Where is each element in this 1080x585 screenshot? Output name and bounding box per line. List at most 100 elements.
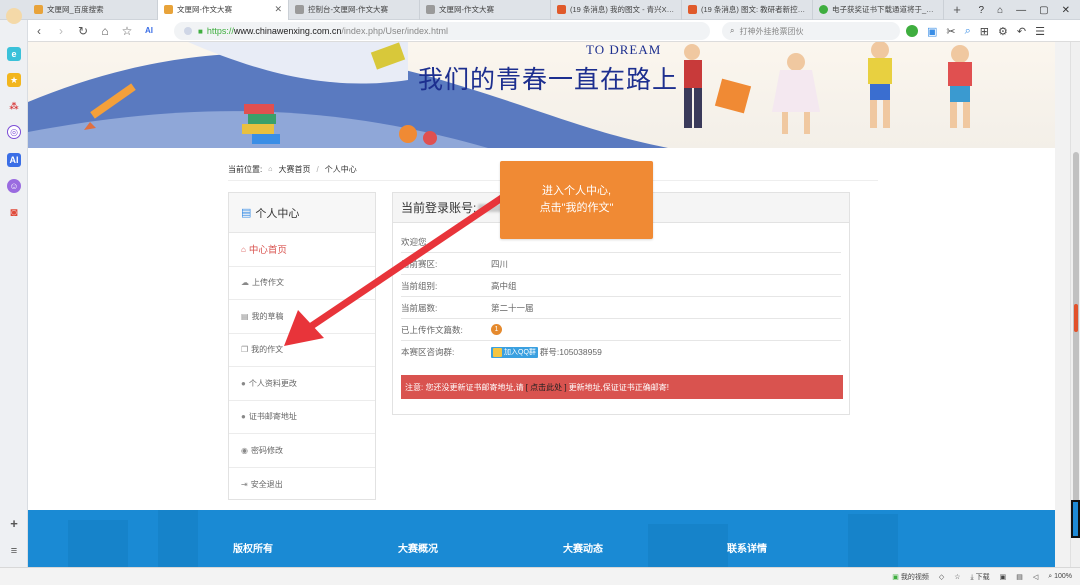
find-icon[interactable]: ⌕: [965, 25, 971, 38]
site-info-icon[interactable]: [184, 27, 192, 35]
bot-icon[interactable]: ☺: [7, 179, 21, 193]
favorites-icon[interactable]: ★: [7, 73, 21, 87]
tab-1[interactable]: 文厘网-作文大赛 ✕: [158, 0, 289, 20]
settings-icon[interactable]: ⚙: [998, 25, 1008, 38]
user-icon: ●: [241, 378, 246, 388]
ai-icon[interactable]: AI: [138, 26, 160, 35]
new-tab-button[interactable]: +: [944, 2, 970, 17]
status-bar: ▣ 我的视频 ◇ ☆ ⤓ 下载 ▣ ▤ ◁ ⌕ 100%: [0, 567, 1080, 585]
home-icon: ⌂: [241, 244, 246, 254]
chat-icon[interactable]: ◎: [7, 125, 21, 139]
video-status[interactable]: ▣ 我的视频: [892, 572, 929, 582]
help-icon[interactable]: ?: [979, 5, 985, 16]
shield-status-icon[interactable]: ◇: [939, 573, 944, 581]
scissors-icon[interactable]: ✂: [946, 25, 955, 38]
shield-icon[interactable]: [906, 25, 918, 37]
add-icon[interactable]: +: [7, 516, 21, 531]
tab-5[interactable]: (19 条消息) 图文: 教研者新控…: [682, 0, 813, 20]
footer-copyright[interactable]: 版权所有: [233, 540, 273, 555]
callout-line-1: 进入个人中心,: [541, 185, 612, 197]
video-icon: ▣: [892, 573, 899, 581]
menu-item-label: 上传作文: [252, 278, 284, 288]
browser-sidebar: e ★ ⁂ ◎ AI ☺ ◙ + ≡: [0, 8, 28, 585]
tab-2[interactable]: 控制台-文厘网-作文大赛: [289, 0, 420, 20]
footer-overview[interactable]: 大赛概况: [398, 540, 438, 555]
game-icon[interactable]: ◙: [7, 205, 21, 219]
menu-item-address[interactable]: ● 证书邮寄地址: [229, 401, 375, 434]
star-icon[interactable]: ☆: [116, 24, 138, 38]
menu-item-password[interactable]: ◉ 密码修改: [229, 434, 375, 468]
share-icon[interactable]: ⁂: [7, 99, 21, 113]
tab-favicon: [426, 5, 435, 14]
tab-title: 电子获奖证书下载通道将于_36…: [832, 5, 937, 14]
info-row: 当前组别: 高中组: [401, 275, 841, 297]
audio-icon[interactable]: ◁: [1033, 573, 1038, 581]
back-icon[interactable]: ‹: [28, 24, 50, 38]
tab-6[interactable]: 电子获奖证书下载通道将于_36…: [813, 0, 944, 20]
draft-icon: ▤: [241, 311, 249, 321]
menu-item-upload[interactable]: ☁ 上传作文: [229, 267, 375, 300]
tab-4[interactable]: (19 条消息) 我的图文 - 青兴X…: [551, 0, 682, 20]
info-row: 当前届数: 第二十一届: [401, 297, 841, 319]
info-row: 已上传作文篇数: 1: [401, 319, 841, 341]
close-icon[interactable]: ✕: [1062, 5, 1070, 16]
row-value: 高中组: [491, 280, 517, 291]
vertical-scrollbar[interactable]: [1070, 42, 1080, 567]
screenshot-icon[interactable]: ▣: [1000, 573, 1007, 581]
minimize-icon[interactable]: —: [1016, 5, 1026, 16]
forward-icon[interactable]: ›: [50, 24, 72, 38]
menu-item-profile[interactable]: ● 个人资料更改: [229, 367, 375, 401]
breadcrumb-separator: /: [316, 165, 319, 174]
list-icon[interactable]: ≡: [7, 544, 21, 558]
menu-item-my-essays[interactable]: ❐ 我的作文: [229, 334, 375, 367]
tab-0[interactable]: 文厘网_百度搜索: [28, 0, 158, 20]
footer-contact[interactable]: 联系详情: [727, 540, 767, 555]
refresh-icon[interactable]: ↻: [72, 24, 94, 38]
page: TO DREAM 我们的青春一直在路上 当前位置: ⌂ 大赛首页 / 个人中心 …: [28, 42, 1055, 567]
welcome-text: 欢迎您: [401, 236, 427, 247]
menu-item-label: 我的作文: [251, 345, 284, 355]
qq-group-number: 群号:105038959: [539, 347, 602, 357]
tab-close-icon[interactable]: ✕: [274, 4, 282, 15]
tab-title: (19 条消息) 图文: 教研者新控…: [701, 5, 806, 14]
page-icon[interactable]: ▤: [1016, 573, 1023, 581]
ai-assist-icon[interactable]: AI: [7, 153, 21, 167]
search-icon: ⌕: [730, 26, 735, 35]
menu-item-drafts[interactable]: ▤ 我的草稿: [229, 300, 375, 334]
banner-slogan: 我们的青春一直在路上: [418, 67, 679, 94]
row-label: 当前届数:: [401, 302, 438, 313]
tab-favicon: [164, 5, 173, 14]
avatar[interactable]: [6, 8, 22, 24]
breadcrumb-current: 个人中心: [324, 165, 357, 174]
menu-icon[interactable]: ☰: [1035, 25, 1045, 38]
apps-icon[interactable]: ⊞: [980, 25, 989, 38]
breadcrumb-home-link[interactable]: 大赛首页: [278, 164, 310, 175]
download-status[interactable]: ⤓ 下载: [971, 572, 990, 582]
shirt-icon[interactable]: ⌂: [997, 5, 1003, 16]
menu-item-label: 安全退出: [250, 479, 283, 489]
home-icon[interactable]: ⌂: [94, 24, 116, 38]
user-center-menu: ▤ 个人中心 ⌂ 中心首页 ☁ 上传作文 ▤ 我的草稿 ❐ 我的作文 ● 个人资…: [228, 192, 376, 500]
side-widget[interactable]: [1071, 500, 1080, 538]
speed-icon[interactable]: ☆: [954, 573, 960, 581]
app-icon-1[interactable]: e: [7, 47, 21, 61]
undo-icon[interactable]: ↶: [1017, 25, 1026, 38]
footer-news[interactable]: 大赛动态: [563, 540, 603, 555]
zoom-control[interactable]: ⌕ 100%: [1048, 573, 1072, 581]
scrollbar-thumb[interactable]: [1073, 152, 1079, 532]
translate-icon[interactable]: ▣: [927, 25, 937, 38]
join-qq-group-button[interactable]: 加入QQ群: [491, 346, 538, 358]
tab-3[interactable]: 文厘网-作文大赛: [420, 0, 551, 20]
menu-item-home[interactable]: ⌂ 中心首页: [229, 233, 375, 267]
page-viewport: TO DREAM 我们的青春一直在路上 当前位置: ⌂ 大赛首页 / 个人中心 …: [28, 42, 1070, 567]
menu-item-logout[interactable]: ⇥ 安全退出: [229, 468, 375, 502]
update-address-link[interactable]: [ 点击此处 ]: [526, 382, 567, 393]
lock-icon: ■: [198, 26, 203, 36]
url-host: www.chinawenxing.com.cn: [233, 26, 342, 36]
warning-text-end: 更新地址,保证证书正确邮寄!: [568, 382, 670, 392]
maximize-icon[interactable]: ▢: [1039, 5, 1048, 16]
menu-item-label: 证书邮寄地址: [248, 412, 297, 422]
address-bar[interactable]: ■ https:// www.chinawenxing.com.cn /inde…: [174, 22, 710, 40]
search-box[interactable]: ⌕ 打神外挂抢票团伙: [722, 22, 900, 40]
browser-toolbar: ‹ › ↻ ⌂ ☆ AI ■ https:// www.chinawenxing…: [0, 20, 1080, 42]
